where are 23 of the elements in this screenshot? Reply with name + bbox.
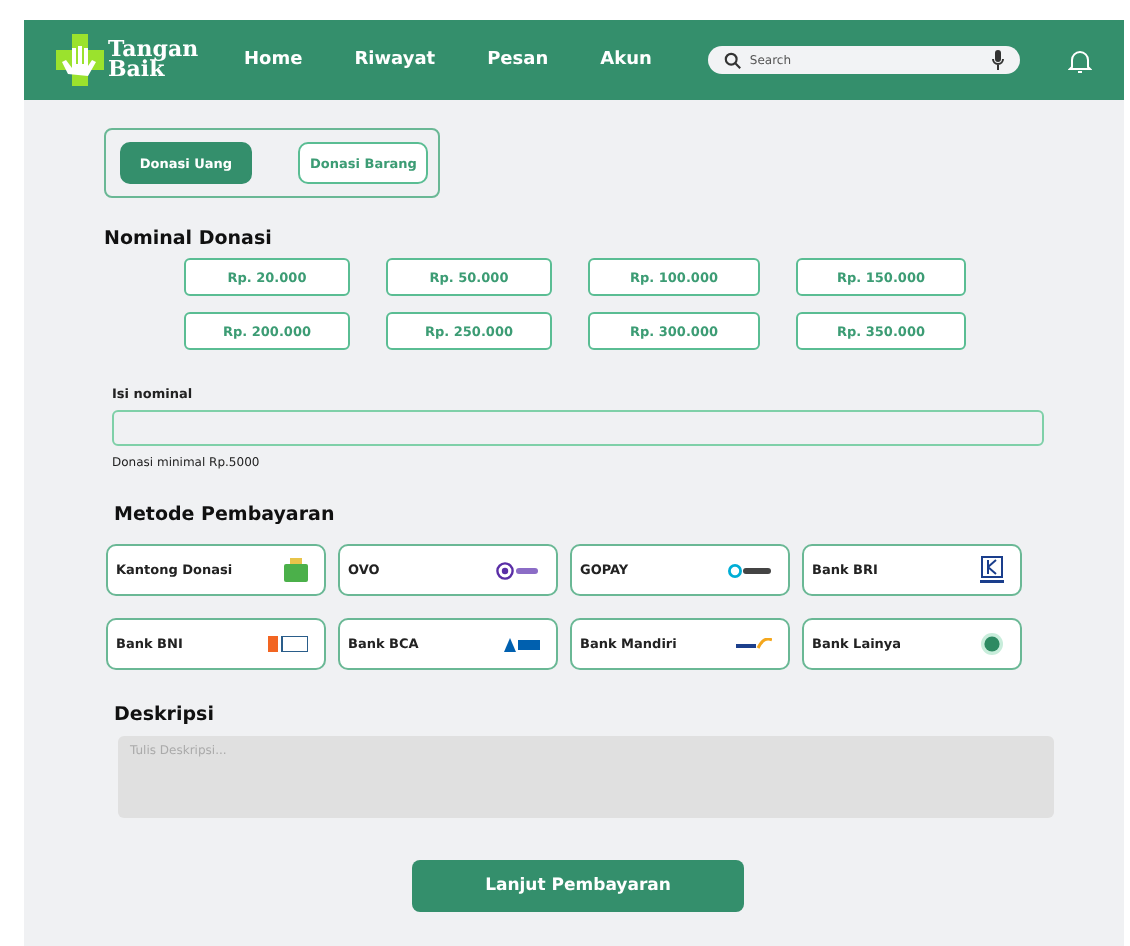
brand-name: Tangan	[108, 40, 199, 60]
bank-logo-icon	[504, 637, 540, 651]
radio-icon	[980, 632, 1004, 656]
bank-logo-icon	[736, 638, 772, 650]
section-title: Metode Pembayaran	[114, 504, 337, 526]
circle-logo-icon	[728, 563, 772, 577]
microphone-icon[interactable]	[991, 50, 1004, 70]
nav-link[interactable]: Riwayat	[354, 50, 436, 70]
wallet-icon	[284, 558, 308, 582]
brand-name: Baik	[108, 60, 165, 80]
section-title: Deskripsi	[114, 704, 216, 726]
bell-icon[interactable]	[1067, 47, 1092, 73]
hand-cross-logo-icon	[56, 34, 104, 86]
bank-logo-icon	[268, 636, 308, 652]
nav-link[interactable]: Pesan	[487, 50, 549, 70]
bank-logo-icon	[980, 556, 1004, 584]
input-field[interactable]	[112, 410, 1044, 446]
continue-payment-button[interactable]: Lanjut Pembayaran	[412, 860, 744, 912]
section-title: Nominal Donasi	[104, 228, 274, 250]
nav-link[interactable]: Home	[244, 50, 303, 70]
ring-logo-icon	[496, 561, 540, 579]
nav-link[interactable]: Akun	[600, 50, 652, 70]
search-icon	[723, 51, 742, 69]
